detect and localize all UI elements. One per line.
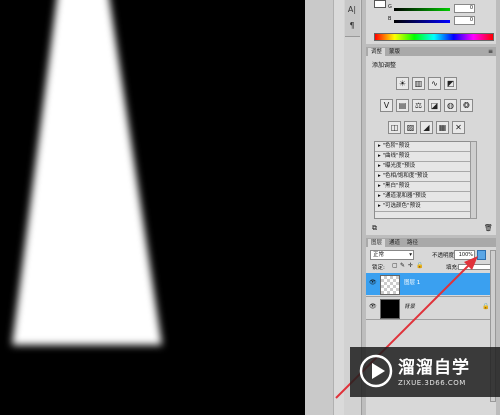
posterize-icon[interactable]: ▨ [404,121,417,134]
eye-icon[interactable]: 👁 [369,304,377,310]
layer-row-background[interactable]: 👁 背景 🔒 [366,296,496,320]
adjustments-heading: 添加调整 [372,62,397,69]
color-panel: G 0 B 0 [366,0,496,44]
layer-row-layer1[interactable]: 👁 图层 1 [366,273,496,295]
panel-menu-icon[interactable]: ≡ [488,48,493,55]
b-label: B [388,16,392,22]
layers-tabbar: 图层 通道 路径 [366,238,496,247]
lock-transparent-icon[interactable]: ▢ [392,262,398,269]
preset-item-black-white[interactable]: ▸ "黑白"预设 [375,182,470,192]
color-spectrum-ramp[interactable] [374,33,494,41]
layer-thumbnail-transparent [380,275,400,295]
preset-item-channel-mixer[interactable]: ▸ "通道混和器"预设 [375,192,470,202]
white-beam-shape [12,0,162,345]
black-white-icon[interactable]: ◪ [428,99,441,112]
opacity-label: 不透明度: [432,253,456,259]
adjustments-tabbar: 调整 蒙版 ≡ [366,47,496,56]
b-value-field[interactable]: 0 [454,16,475,25]
foreground-swatch[interactable] [374,0,386,8]
preset-item-curves[interactable]: ▸ "曲线"预设 [375,152,470,162]
fill-field[interactable] [458,264,492,270]
b-slider[interactable] [394,20,450,23]
preset-item-levels[interactable]: ▸ "色阶"预设 [375,142,470,152]
g-value-field[interactable]: 0 [454,4,475,13]
type-icon[interactable]: A| [346,4,358,16]
invert-icon[interactable]: ◫ [388,121,401,134]
layer-name: 图层 1 [404,280,421,286]
document-canvas[interactable] [0,0,305,415]
chevron-down-icon: ▾ [409,252,412,258]
lock-icon: 🔒 [482,303,490,310]
opacity-slider-button[interactable] [477,250,486,260]
hue-saturation-icon[interactable]: ▤ [396,99,409,112]
workspace-gutter [305,0,333,415]
watermark-title: 溜溜自学 [398,358,470,378]
vibrance-icon[interactable]: V [380,99,393,112]
tab-paths[interactable]: 路径 [404,239,421,247]
lock-image-icon[interactable]: ✎ [400,262,405,269]
brightness-contrast-icon[interactable]: ☀ [396,77,409,90]
selective-color-icon[interactable]: ✕ [452,121,465,134]
presets-list: ▸ "色阶"预设 ▸ "曲线"预设 ▸ "曝光度"预设 ▸ "色相/饱和度"预设… [374,141,472,219]
tab-layers[interactable]: 图层 [368,239,386,247]
levels-icon[interactable]: ▥ [412,77,425,90]
paragraph-icon[interactable]: ¶ [346,20,358,32]
tab-adjustments[interactable]: 调整 [368,48,386,56]
channel-mixer-icon[interactable]: ❂ [460,99,473,112]
blend-mode-select[interactable]: 正常 ▾ [370,250,414,260]
preset-item-exposure[interactable]: ▸ "曝光度"预设 [375,162,470,172]
gradient-map-icon[interactable]: ▦ [436,121,449,134]
lock-all-icon[interactable]: 🔒 [416,262,423,269]
lock-position-icon[interactable]: ✛ [408,262,413,269]
adjustments-panel: 调整 蒙版 ≡ 添加调整 ☀ ▥ ∿ ◩ V ▤ ⚖ ◪ ◍ ❂ ◫ ▨ ◢ ▦… [366,47,496,235]
opacity-field[interactable]: 100% [454,250,475,260]
preset-item-selective-color[interactable]: ▸ "可选颜色"预设 [375,202,470,212]
exposure-icon[interactable]: ◩ [444,77,457,90]
tab-channels[interactable]: 通道 [386,239,403,247]
eye-icon[interactable]: 👁 [369,280,377,286]
photo-filter-icon[interactable]: ◍ [444,99,457,112]
g-label: G [388,4,392,10]
watermark-url: ZIXUE.3D66.COM [398,379,466,387]
delete-adjustment-icon[interactable]: 🗑 [484,224,493,232]
layer-name: 背景 [404,304,416,310]
tab-masks[interactable]: 蒙版 [386,48,403,56]
lock-label: 锁定: [372,265,385,271]
clip-to-layer-icon[interactable]: ⧉ [372,224,377,233]
threshold-icon[interactable]: ◢ [420,121,433,134]
color-balance-icon[interactable]: ⚖ [412,99,425,112]
fill-label: 填充: [446,265,459,271]
g-slider[interactable] [394,8,450,11]
layer-thumbnail-black [380,299,400,319]
presets-scrollbar[interactable] [470,141,477,219]
curves-icon[interactable]: ∿ [428,77,441,90]
play-logo-icon [359,354,393,388]
watermark-logo: 溜溜自学 ZIXUE.3D66.COM [350,347,500,397]
preset-item-hue-saturation[interactable]: ▸ "色相/饱和度"预设 [375,172,470,182]
